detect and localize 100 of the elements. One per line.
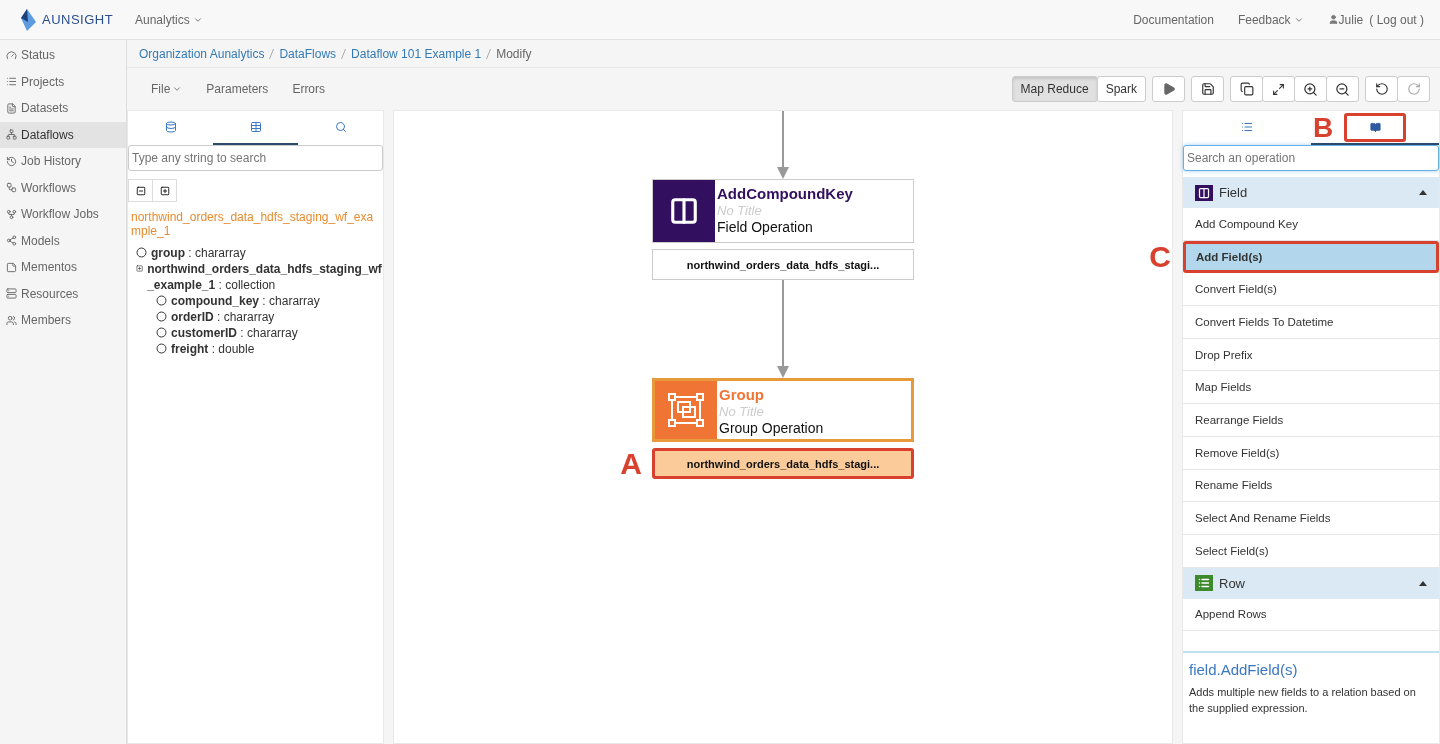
zoom-out-button[interactable] [1326, 76, 1359, 102]
sidebar-item-icon [6, 129, 17, 141]
breadcrumb-link[interactable]: DataFlows [279, 46, 337, 61]
sidebar-item-icon [6, 314, 17, 326]
breadcrumb-current[interactable]: Modify [496, 46, 532, 61]
schema-field: customerID : chararray [171, 325, 298, 341]
expand-icon [1272, 82, 1285, 96]
output-port[interactable]: northwind_orders_data_hdfs_stagi... [652, 249, 914, 280]
schema-field: orderID : chararray [171, 309, 275, 325]
expand-all-button[interactable] [152, 179, 177, 202]
radio-icon[interactable] [156, 311, 167, 322]
schema-field: compound_key : chararray [171, 293, 320, 309]
category-header[interactable]: Row [1183, 567, 1439, 599]
sidebar-item[interactable]: Job History [0, 148, 126, 175]
node-name: Group [719, 386, 765, 403]
callout-letter: B [1313, 114, 1334, 142]
search-field[interactable]: Type any string to search [128, 145, 383, 171]
zoom-in-icon [1303, 81, 1318, 97]
sidebar-item[interactable]: Models [0, 227, 126, 254]
header-link[interactable]: Documentation [1133, 12, 1214, 27]
category-name: Field [1219, 185, 1249, 200]
logout-link[interactable]: ( Log out ) [1369, 12, 1424, 27]
schema-field: group : chararray [151, 245, 246, 261]
node-name: AddCompoundKey [717, 185, 853, 202]
breadcrumb-link[interactable]: Dataflow 101 Example 1 [351, 46, 482, 61]
callout-letter: C [1149, 242, 1171, 273]
connector-arrow [777, 111, 789, 179]
search-icon [334, 121, 347, 133]
sidebar-item-icon [6, 208, 17, 220]
copy-button[interactable] [1230, 76, 1263, 102]
organization-menu[interactable]: Aunalytics [135, 12, 203, 27]
sidebar-item[interactable]: Dataflows [0, 121, 126, 148]
menu-item[interactable]: File [151, 82, 183, 96]
sidebar-item[interactable]: Workflow Jobs [0, 201, 126, 228]
redo-icon [1406, 82, 1421, 96]
radio-icon[interactable] [156, 295, 167, 306]
node-operation: Field Operation [717, 219, 814, 235]
book-icon [1369, 121, 1381, 133]
run-button[interactable] [1152, 76, 1185, 102]
operation-description: Adds multiple new fields to a relation based on the supplied expression. [1189, 685, 1417, 716]
breadcrumb-separator-icon [341, 48, 347, 59]
user-icon [1327, 14, 1339, 25]
sidebar-item-icon [6, 261, 17, 273]
sidebar-item[interactable]: Status [0, 42, 126, 69]
schema-field: freight : double [171, 341, 255, 357]
sidebar-item-icon [6, 235, 17, 247]
radio-icon[interactable] [136, 247, 147, 258]
copy-icon [1239, 82, 1254, 96]
logo-text: AUNSIGHT [42, 12, 114, 27]
collapse-icon [135, 185, 146, 196]
expand-icon [159, 185, 170, 196]
operation-title: field.AddField(s) [1189, 661, 1299, 678]
radio-icon[interactable] [156, 327, 167, 338]
sidebar-item-icon [6, 182, 17, 194]
columns-icon [1198, 186, 1210, 199]
callout-letter: A [620, 448, 642, 479]
sidebar-item-icon [6, 155, 17, 167]
undo-icon [1374, 82, 1389, 96]
save-button[interactable] [1191, 76, 1224, 102]
radio-icon[interactable] [156, 343, 167, 354]
sidebar-item-icon [6, 288, 17, 300]
breadcrumb-separator-icon [269, 48, 275, 59]
undo-button[interactable] [1365, 76, 1398, 102]
collapse-all-button[interactable] [128, 179, 153, 202]
play-icon [1161, 82, 1176, 96]
engine-toggle[interactable]: Spark [1096, 76, 1146, 102]
save-icon [1200, 82, 1215, 96]
sidebar-item[interactable]: Workflows [0, 174, 126, 201]
relation-name: northwind_orders_data_hdfs_staging_wf_example_1 [130, 210, 375, 240]
sidebar-item[interactable]: Members [0, 307, 126, 334]
sidebar-item[interactable]: Resources [0, 280, 126, 307]
category-name: Row [1219, 575, 1246, 591]
sidebar-item-icon [6, 102, 17, 114]
sidebar-item[interactable]: Projects [0, 68, 126, 95]
zoom-out-icon [1335, 81, 1350, 97]
operation-item[interactable]: Add Field(s) [1183, 240, 1439, 274]
breadcrumb-link[interactable]: Organization Aunalytics [139, 46, 265, 61]
database-icon [164, 121, 177, 133]
output-port[interactable]: northwind_orders_data_hdfs_stagi... [652, 448, 914, 479]
table-icon [249, 121, 262, 133]
sidebar-item-icon [6, 76, 17, 88]
search-field[interactable]: Search an operation [1183, 145, 1439, 171]
breadcrumb-separator-icon [486, 48, 492, 59]
group-icon [668, 393, 704, 427]
user-name[interactable]: Julie [1338, 12, 1364, 27]
menu-item[interactable]: Errors [292, 82, 326, 96]
sidebar-item[interactable]: Mementos [0, 254, 126, 281]
zoom-in-button[interactable] [1294, 76, 1327, 102]
menu-item[interactable]: Parameters [206, 82, 269, 96]
expand-button[interactable] [1262, 76, 1295, 102]
expand-icon[interactable] [136, 263, 144, 274]
columns-icon [669, 196, 699, 226]
list-icon [1241, 121, 1253, 133]
sidebar-item[interactable]: Datasets [0, 95, 126, 122]
logo-icon [18, 8, 36, 31]
node-operation: Group Operation [719, 420, 824, 436]
engine-toggle[interactable]: Map Reduce [1011, 76, 1098, 102]
header-link[interactable]: Feedback [1237, 12, 1304, 27]
rows-icon [1198, 577, 1210, 590]
category-header[interactable]: Field [1183, 177, 1439, 208]
